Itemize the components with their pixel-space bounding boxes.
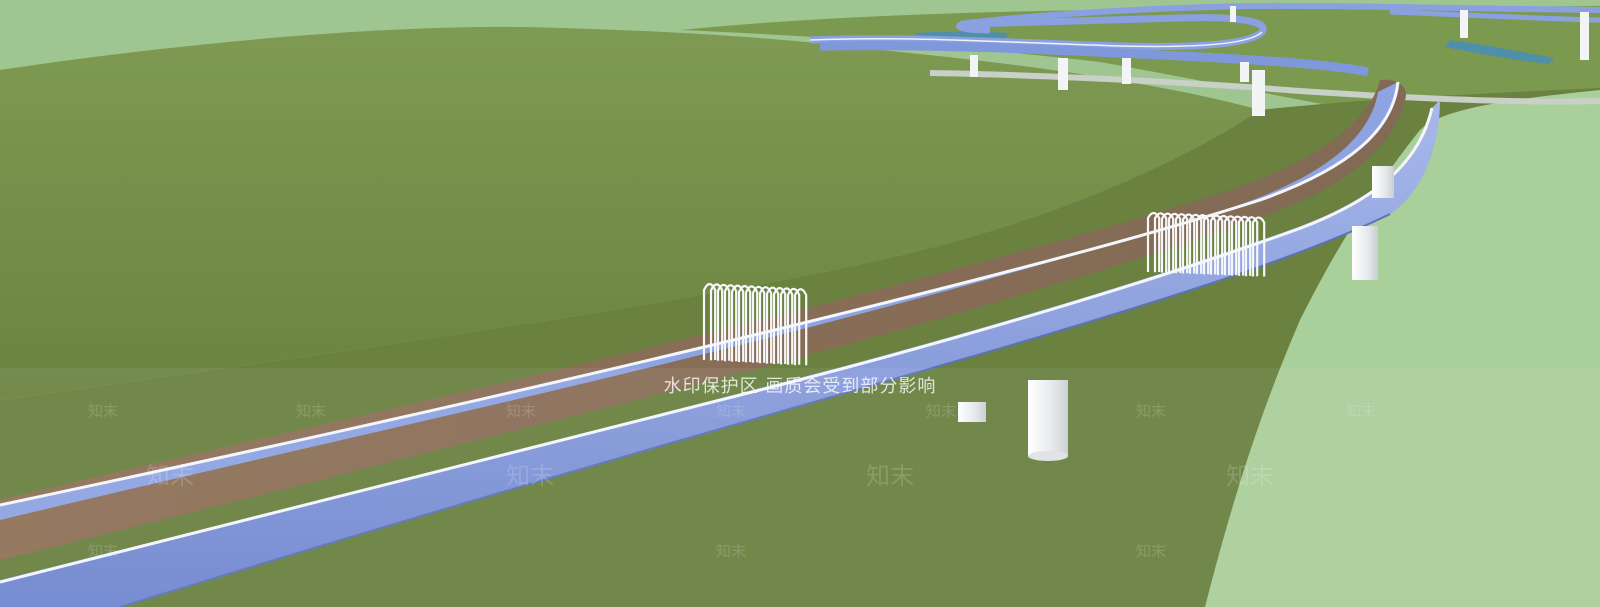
walkway-scene — [0, 0, 1600, 607]
render-viewport: 水印保护区 画质会受到部分影响 知末 知末 知末 知末 知末 知末 知末 知末 … — [0, 0, 1600, 607]
